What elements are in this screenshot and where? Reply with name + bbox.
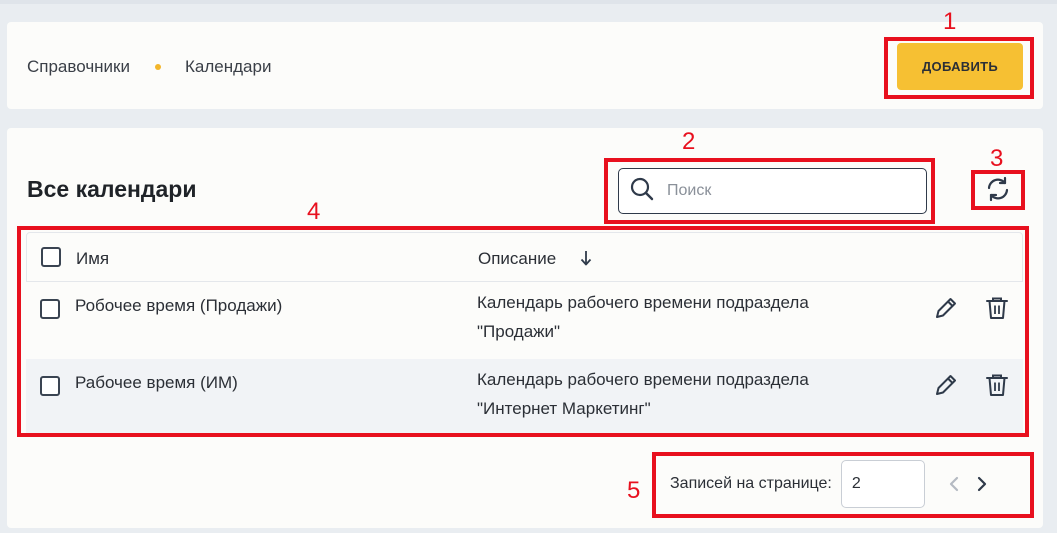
column-header-description[interactable]: Описание bbox=[478, 249, 898, 269]
calendars-table: Имя Описание Робочее время (Продажи) Кал… bbox=[26, 232, 1023, 436]
row-description-line: Календарь рабочего времени подраздела bbox=[477, 370, 809, 389]
row-description: Календарь рабочего времени подраздела "П… bbox=[477, 288, 897, 346]
page-title: Все календари bbox=[27, 176, 197, 202]
select-all-checkbox[interactable] bbox=[41, 247, 61, 267]
top-strip bbox=[0, 0, 1057, 4]
row-description-line: "Продажи" bbox=[477, 322, 561, 341]
search-input[interactable] bbox=[667, 182, 907, 200]
header-panel: Справочники Календари ДОБАВИТЬ bbox=[7, 22, 1043, 109]
table-row[interactable]: Робочее время (Продажи) Календарь рабоче… bbox=[26, 282, 1023, 359]
trash-icon[interactable] bbox=[983, 371, 1011, 399]
row-checkbox[interactable] bbox=[40, 376, 60, 396]
row-description: Календарь рабочего времени подраздела "И… bbox=[477, 365, 897, 423]
add-button[interactable]: ДОБАВИТЬ bbox=[897, 43, 1023, 90]
pagination: Записей на странице: bbox=[670, 460, 995, 508]
annotation-label-4: 4 bbox=[307, 198, 321, 225]
search-box[interactable] bbox=[618, 168, 927, 214]
row-checkbox[interactable] bbox=[40, 299, 60, 319]
search-icon bbox=[629, 176, 655, 207]
refresh-icon bbox=[984, 175, 1012, 208]
refresh-button[interactable] bbox=[982, 175, 1014, 207]
pencil-icon[interactable] bbox=[932, 294, 960, 322]
row-description-line: "Интернет Маркетинг" bbox=[477, 399, 651, 418]
column-header-name[interactable]: Имя bbox=[76, 249, 109, 269]
chevron-left-icon[interactable] bbox=[941, 471, 967, 497]
breadcrumb-separator-dot bbox=[155, 64, 161, 70]
pencil-icon[interactable] bbox=[932, 371, 960, 399]
trash-icon[interactable] bbox=[983, 294, 1011, 322]
main-panel: Все календари Имя Описание Ро bbox=[7, 128, 1043, 528]
breadcrumb-root[interactable]: Справочники bbox=[27, 57, 130, 77]
breadcrumb-current: Календари bbox=[185, 57, 272, 76]
table-header: Имя Описание bbox=[26, 232, 1023, 282]
breadcrumb: Справочники Календари bbox=[27, 57, 271, 77]
row-description-line: Календарь рабочего времени подраздела bbox=[477, 293, 809, 312]
row-name: Робочее время (Продажи) bbox=[75, 296, 283, 315]
table-row[interactable]: Рабочее время (ИМ) Календарь рабочего вр… bbox=[26, 359, 1023, 436]
rows-per-page-label: Записей на странице: bbox=[670, 475, 832, 492]
rows-per-page-input[interactable] bbox=[840, 460, 925, 508]
annotation-label-5: 5 bbox=[627, 477, 641, 504]
annotation-label-1: 1 bbox=[943, 8, 957, 35]
chevron-right-icon[interactable] bbox=[969, 471, 995, 497]
sort-down-icon[interactable] bbox=[579, 249, 593, 272]
annotation-label-2: 2 bbox=[682, 128, 696, 155]
annotation-label-3: 3 bbox=[990, 145, 1004, 172]
row-name: Рабочее время (ИМ) bbox=[75, 373, 238, 392]
